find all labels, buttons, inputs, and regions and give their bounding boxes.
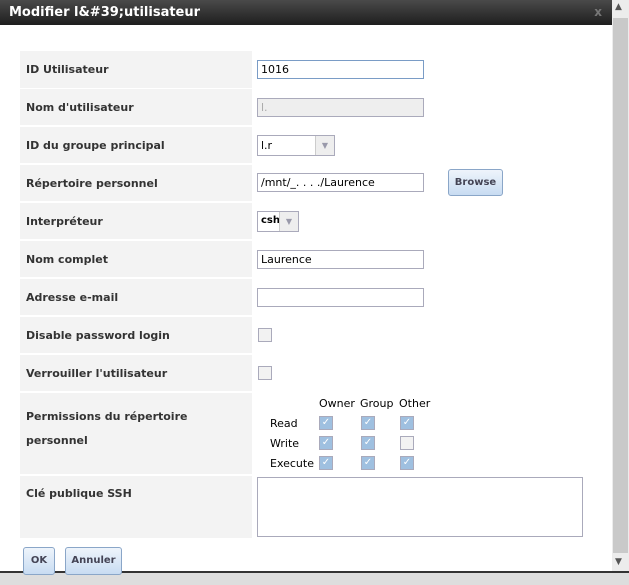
perm-checkbox-write-group[interactable]: ✓: [361, 436, 375, 450]
perm-col-owner: Owner: [319, 397, 355, 410]
perm-row-label: Read: [270, 417, 298, 430]
row-shell: Interpréteur csh ▼: [20, 203, 612, 239]
home-label: Répertoire personnel: [20, 165, 252, 201]
perm-checkbox-execute-other[interactable]: ✓: [400, 456, 414, 470]
row-permissions: Permissions du répertoire personnel Owne…: [20, 393, 612, 474]
shell-value: csh: [261, 215, 280, 226]
row-fullname: Nom complet Laurence: [20, 241, 612, 277]
chevron-down-icon[interactable]: ▼: [315, 136, 334, 155]
perm-checkbox-read-owner[interactable]: ✓: [319, 416, 333, 430]
perm-checkbox-write-other[interactable]: [400, 436, 414, 450]
ok-button[interactable]: OK: [23, 547, 55, 575]
email-label: Adresse e-mail: [20, 279, 252, 315]
row-disable-password: Disable password login: [20, 317, 612, 353]
username-input: l.: [257, 98, 424, 117]
uid-label: ID Utilisateur: [20, 51, 252, 88]
email-input[interactable]: [257, 288, 424, 307]
row-email: Adresse e-mail: [20, 279, 612, 315]
home-input[interactable]: /mnt/_. . . ./Laurence: [257, 173, 424, 192]
row-uid: ID Utilisateur 1016: [20, 51, 612, 88]
browse-button[interactable]: Browse: [448, 169, 503, 196]
scrollbar[interactable]: ▲ ▼: [612, 0, 629, 571]
disable-password-checkbox[interactable]: [258, 328, 272, 342]
perm-row-label: Write: [270, 437, 300, 450]
perm-checkbox-read-other[interactable]: ✓: [400, 416, 414, 430]
scroll-down-icon[interactable]: ▼: [615, 557, 622, 567]
ssh-textarea[interactable]: [257, 477, 583, 537]
permissions-label: Permissions du répertoire personnel: [20, 393, 252, 474]
fullname-label: Nom complet: [20, 241, 252, 277]
perm-row-label: Execute: [270, 457, 314, 470]
lock-label: Verrouiller l'utilisateur: [20, 355, 252, 391]
dialog-title: Modifier l&#39;utilisateur: [9, 5, 201, 20]
scrollbar-thumb[interactable]: [613, 18, 628, 553]
perm-checkbox-read-group[interactable]: ✓: [361, 416, 375, 430]
uid-input[interactable]: 1016: [257, 60, 424, 79]
group-select[interactable]: l.r ▼: [257, 135, 335, 156]
perm-col-group: Group: [360, 397, 394, 410]
perm-col-other: Other: [399, 397, 431, 410]
shell-label: Interpréteur: [20, 203, 252, 239]
lock-checkbox[interactable]: [258, 366, 272, 380]
dialog-title-bar: Modifier l&#39;utilisateur x: [0, 0, 612, 25]
shell-select[interactable]: csh ▼: [257, 211, 299, 232]
disable-password-label: Disable password login: [20, 317, 252, 353]
row-username: Nom d'utilisateur l.: [20, 89, 612, 125]
close-icon[interactable]: x: [594, 5, 602, 19]
row-group: ID du groupe principal l.r ▼: [20, 127, 612, 163]
ssh-label: Clé publique SSH: [20, 476, 252, 538]
row-home: Répertoire personnel/mnt/_. . . ./Lauren…: [20, 165, 612, 201]
row-ssh: Clé publique SSH: [20, 476, 612, 538]
perm-checkbox-write-owner[interactable]: ✓: [319, 436, 333, 450]
row-lock: Verrouiller l'utilisateur: [20, 355, 612, 391]
username-label: Nom d'utilisateur: [20, 89, 252, 125]
cancel-button[interactable]: Annuler: [65, 547, 122, 575]
perm-checkbox-execute-owner[interactable]: ✓: [319, 456, 333, 470]
group-value: l.r: [261, 139, 273, 152]
scroll-up-icon[interactable]: ▲: [615, 2, 622, 12]
perm-checkbox-execute-group[interactable]: ✓: [361, 456, 375, 470]
group-label: ID du groupe principal: [20, 127, 252, 163]
fullname-input[interactable]: Laurence: [257, 250, 424, 269]
chevron-down-icon[interactable]: ▼: [279, 212, 298, 231]
